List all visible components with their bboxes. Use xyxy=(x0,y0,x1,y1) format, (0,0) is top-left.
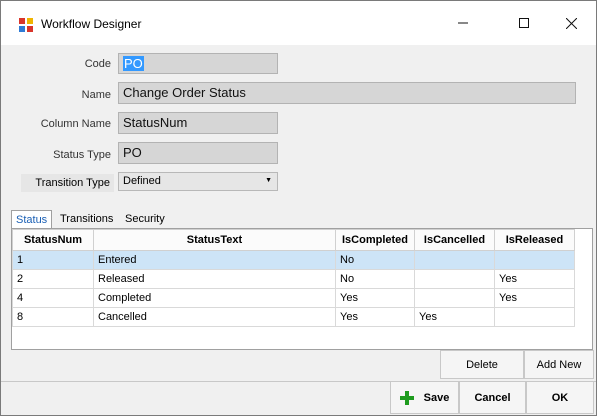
column-header[interactable]: IsCompleted xyxy=(335,229,415,251)
table-cell[interactable]: 1 xyxy=(12,250,94,270)
column-header[interactable]: StatusText xyxy=(93,229,336,251)
name-label: Name xyxy=(81,89,111,101)
table-cell[interactable]: No xyxy=(335,250,415,270)
table-cell[interactable]: No xyxy=(335,269,415,289)
column-header[interactable]: IsReleased xyxy=(494,229,575,251)
table-cell[interactable] xyxy=(414,269,495,289)
maximize-icon xyxy=(519,18,529,28)
transition-type-select[interactable]: Defined ▼ xyxy=(118,172,278,191)
table-row[interactable]: 4 Completed Yes Yes xyxy=(12,288,575,308)
workflow-app-icon xyxy=(18,17,34,33)
save-label: Save xyxy=(423,391,450,404)
table-cell[interactable]: Yes xyxy=(494,288,575,308)
transition-type-label: Transition Type xyxy=(21,174,114,192)
table-cell[interactable]: 8 xyxy=(12,307,94,327)
close-icon xyxy=(565,17,577,29)
table-cell[interactable] xyxy=(414,250,495,270)
column-name-label: Column Name xyxy=(40,118,111,130)
table-header-row: StatusNum StatusText IsCompleted IsCance… xyxy=(12,229,575,251)
code-label: Code xyxy=(84,58,111,70)
ok-button[interactable]: OK xyxy=(526,381,594,414)
table-cell[interactable] xyxy=(494,250,575,270)
workflow-designer-window: Workflow Designer Code PO Name Change Or… xyxy=(0,0,597,416)
table-cell[interactable]: Cancelled xyxy=(93,307,336,327)
table-row[interactable]: 1 Entered No xyxy=(12,250,575,270)
status-grid: StatusNum StatusText IsCompleted IsCance… xyxy=(11,228,593,350)
plus-icon xyxy=(399,390,414,405)
table-cell[interactable]: Yes xyxy=(335,288,415,308)
table-row[interactable]: 2 Released No Yes xyxy=(12,269,575,289)
minimize-button[interactable] xyxy=(443,9,483,37)
table-cell[interactable] xyxy=(494,307,575,327)
column-header[interactable]: IsCancelled xyxy=(414,229,495,251)
cancel-button[interactable]: Cancel xyxy=(459,381,526,414)
title-bar: Workflow Designer xyxy=(1,1,596,45)
table-cell[interactable]: 2 xyxy=(12,269,94,289)
tab-transitions[interactable]: Transitions xyxy=(56,210,117,228)
close-button[interactable] xyxy=(551,9,591,37)
table-cell[interactable]: Entered xyxy=(93,250,336,270)
table-cell[interactable]: Released xyxy=(93,269,336,289)
table-cell[interactable]: Completed xyxy=(93,288,336,308)
minimize-icon xyxy=(458,22,468,24)
status-type-label: Status Type xyxy=(53,149,111,161)
tab-security[interactable]: Security xyxy=(121,210,169,228)
chevron-down-icon: ▼ xyxy=(265,177,272,184)
table-cell[interactable]: 4 xyxy=(12,288,94,308)
code-field[interactable]: PO xyxy=(118,53,278,74)
delete-button[interactable]: Delete xyxy=(440,350,524,379)
transition-type-value: Defined xyxy=(123,175,161,187)
column-name-field[interactable]: StatusNum xyxy=(118,112,278,134)
status-table: StatusNum StatusText IsCompleted IsCance… xyxy=(12,229,575,327)
window-title: Workflow Designer xyxy=(41,17,142,31)
tab-status[interactable]: Status xyxy=(11,210,53,229)
status-type-field[interactable]: PO xyxy=(118,142,278,164)
maximize-button[interactable] xyxy=(504,9,544,37)
table-row[interactable]: 8 Cancelled Yes Yes xyxy=(12,307,575,327)
name-field[interactable]: Change Order Status xyxy=(118,82,576,104)
save-button[interactable]: Save xyxy=(390,381,459,414)
table-cell[interactable]: Yes xyxy=(414,307,495,327)
add-new-button[interactable]: Add New xyxy=(524,350,594,379)
table-cell[interactable]: Yes xyxy=(335,307,415,327)
table-cell[interactable] xyxy=(414,288,495,308)
column-header[interactable]: StatusNum xyxy=(12,229,94,251)
code-value: PO xyxy=(123,56,144,71)
table-cell[interactable]: Yes xyxy=(494,269,575,289)
